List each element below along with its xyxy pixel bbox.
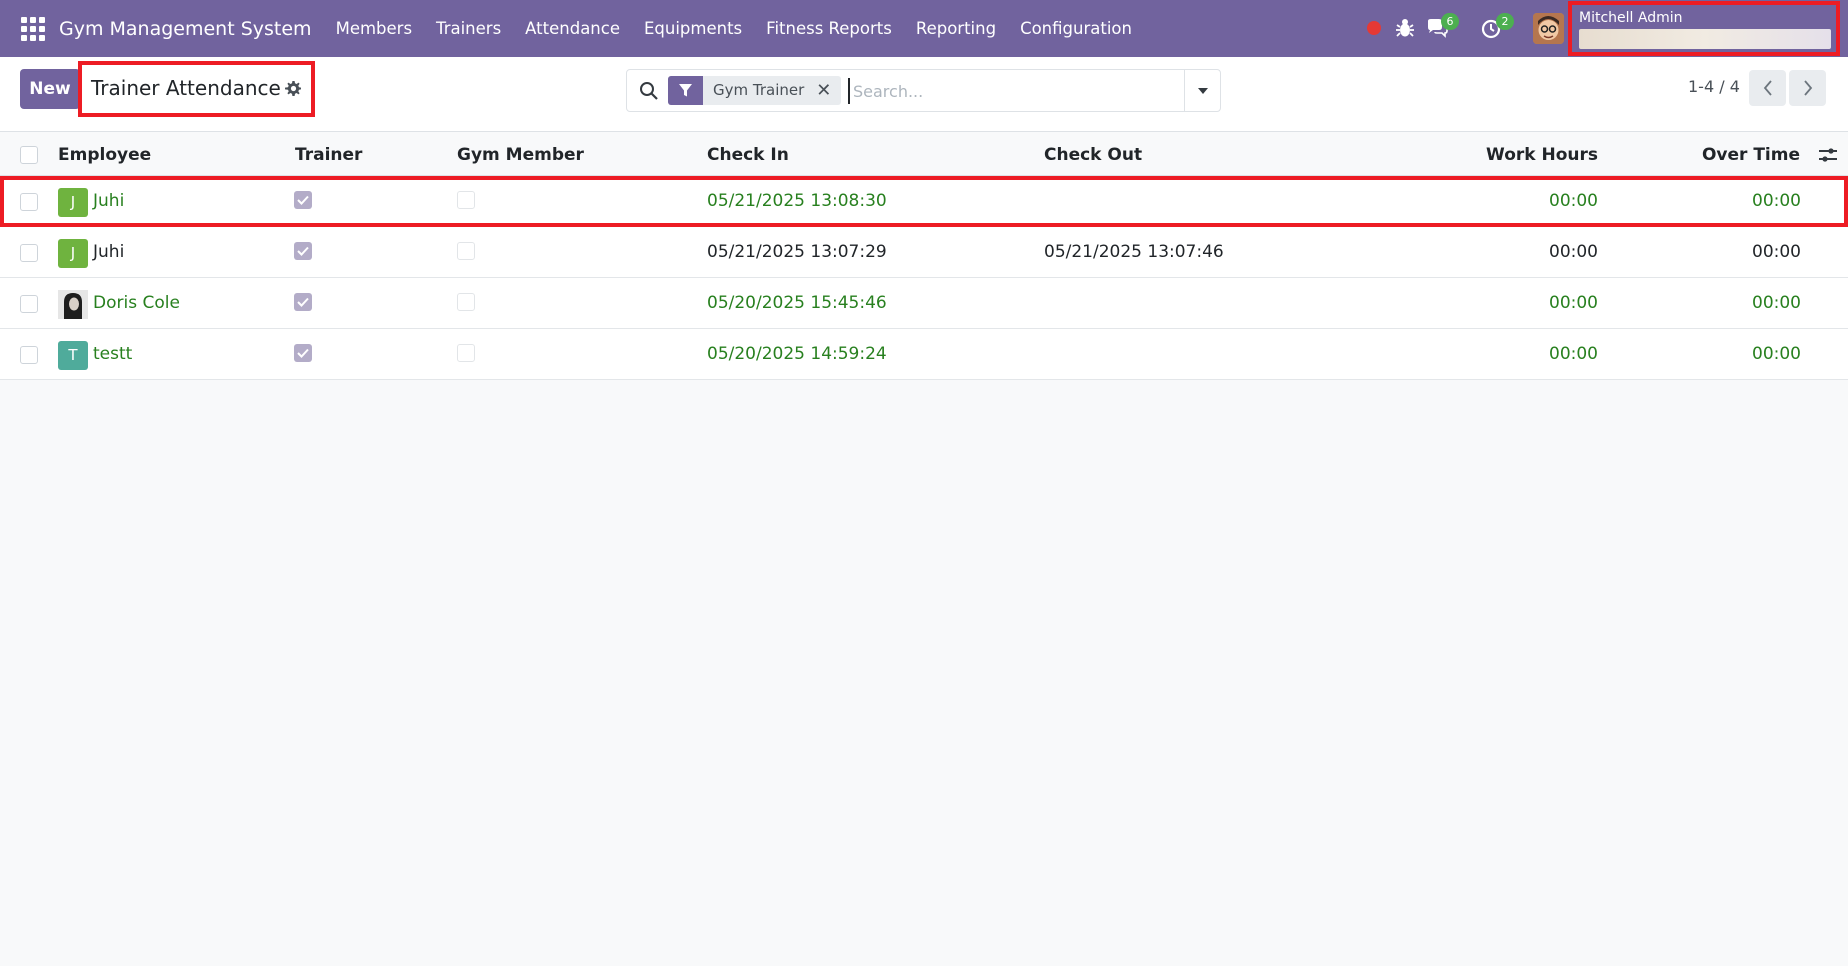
user-menu[interactable]: Mitchell Admin xyxy=(1568,1,1840,56)
menu-item-fitness-reports[interactable]: Fitness Reports xyxy=(754,19,904,38)
work-hours-cell: 00:00 xyxy=(1549,293,1598,313)
user-face-icon xyxy=(1533,13,1564,44)
column-check-out[interactable]: Check Out xyxy=(1044,145,1142,165)
menu-item-configuration[interactable]: Configuration xyxy=(1008,19,1144,38)
column-check-in[interactable]: Check In xyxy=(707,145,789,165)
employee-avatar: T xyxy=(58,341,88,370)
check-in-cell: 05/21/2025 13:07:29 xyxy=(707,242,887,262)
employee-avatar: J xyxy=(58,188,88,217)
column-gym-member[interactable]: Gym Member xyxy=(457,145,584,165)
person-photo-icon xyxy=(58,290,88,319)
trainer-checkbox-checked xyxy=(294,344,312,362)
control-panel: New Trainer Attendance Gym Trainer ✕ Sea… xyxy=(0,57,1848,132)
over-time-cell: 00:00 xyxy=(1752,344,1801,364)
check-in-cell: 05/21/2025 13:08:30 xyxy=(707,191,887,211)
table-row[interactable]: J Juhi 05/21/2025 13:07:29 05/21/2025 13… xyxy=(0,227,1848,278)
check-in-cell: 05/20/2025 14:59:24 xyxy=(707,344,887,364)
menu-item-equipments[interactable]: Equipments xyxy=(632,19,754,38)
check-icon xyxy=(297,246,309,256)
menu-item-members[interactable]: Members xyxy=(324,19,424,38)
over-time-cell: 00:00 xyxy=(1752,293,1801,313)
user-avatar[interactable] xyxy=(1533,13,1564,44)
employee-name: Doris Cole xyxy=(93,293,180,313)
employee-name: Juhi xyxy=(93,242,125,262)
facet-label: Gym Trainer xyxy=(713,81,805,99)
facet-remove-icon[interactable]: ✕ xyxy=(812,76,841,105)
employee-photo xyxy=(58,290,88,319)
activities-badge: 2 xyxy=(1496,13,1514,30)
app-brand[interactable]: Gym Management System xyxy=(59,18,312,40)
apps-menu-icon[interactable] xyxy=(21,16,45,41)
debug-bug-icon[interactable] xyxy=(1395,17,1415,39)
activities-button[interactable]: 2 xyxy=(1480,13,1514,41)
filter-icon xyxy=(679,84,692,97)
messages-button[interactable]: 6 xyxy=(1425,13,1459,41)
check-out-cell: 05/21/2025 13:07:46 xyxy=(1044,242,1224,262)
work-hours-cell: 00:00 xyxy=(1549,191,1598,211)
employee-name: testt xyxy=(93,344,133,364)
select-all-checkbox[interactable] xyxy=(20,146,38,164)
caret-down-icon xyxy=(1197,87,1208,94)
top-navbar: Gym Management System Members Trainers A… xyxy=(0,0,1848,57)
filter-icon-box xyxy=(668,76,703,105)
row-checkbox[interactable] xyxy=(20,193,38,211)
chevron-right-icon xyxy=(1803,80,1812,96)
column-work-hours[interactable]: Work Hours xyxy=(1486,145,1598,165)
search-facet: Gym Trainer ✕ xyxy=(668,76,842,105)
table-header: Employee Trainer Gym Member Check In Che… xyxy=(0,133,1848,176)
database-name-redacted xyxy=(1579,29,1831,49)
work-hours-cell: 00:00 xyxy=(1549,242,1598,262)
gym-member-checkbox xyxy=(457,242,475,260)
pager-previous-button[interactable] xyxy=(1749,70,1786,106)
table-row[interactable]: J Juhi 05/21/2025 13:08:30 00:00 00:00 xyxy=(0,176,1848,227)
gym-member-checkbox xyxy=(457,191,475,209)
messages-badge: 6 xyxy=(1441,13,1459,30)
new-button[interactable]: New xyxy=(20,69,80,109)
check-icon xyxy=(297,195,309,205)
trainer-checkbox-checked xyxy=(294,191,312,209)
over-time-cell: 00:00 xyxy=(1752,191,1801,211)
user-name: Mitchell Admin xyxy=(1579,10,1683,26)
column-over-time[interactable]: Over Time xyxy=(1702,145,1800,165)
trainer-checkbox-checked xyxy=(294,242,312,260)
column-employee[interactable]: Employee xyxy=(58,145,151,165)
gear-icon[interactable] xyxy=(284,80,302,98)
recording-dot-icon[interactable] xyxy=(1367,21,1381,35)
optional-columns-icon[interactable] xyxy=(1818,146,1838,164)
menu-item-trainers[interactable]: Trainers xyxy=(424,19,513,38)
row-checkbox[interactable] xyxy=(20,244,38,262)
gym-member-checkbox xyxy=(457,293,475,311)
pager-next-button[interactable] xyxy=(1789,70,1826,106)
column-trainer[interactable]: Trainer xyxy=(295,145,362,165)
page-title: Trainer Attendance xyxy=(91,76,281,100)
over-time-cell: 00:00 xyxy=(1752,242,1801,262)
check-icon xyxy=(297,297,309,307)
search-input[interactable] xyxy=(848,78,1188,104)
search-bar: Gym Trainer ✕ xyxy=(626,69,1221,112)
table-row[interactable]: Doris Cole 05/20/2025 15:45:46 00:00 00:… xyxy=(0,278,1848,329)
main-menu: Members Trainers Attendance Equipments F… xyxy=(324,19,1144,38)
employee-name: Juhi xyxy=(93,191,125,211)
work-hours-cell: 00:00 xyxy=(1549,344,1598,364)
menu-item-attendance[interactable]: Attendance xyxy=(513,19,632,38)
search-options-toggle[interactable] xyxy=(1184,70,1220,111)
breadcrumb: Trainer Attendance xyxy=(78,61,315,117)
pager-value[interactable]: 1-4 / 4 xyxy=(1688,77,1740,96)
trainer-checkbox-checked xyxy=(294,293,312,311)
check-in-cell: 05/20/2025 15:45:46 xyxy=(707,293,887,313)
search-icon[interactable] xyxy=(639,81,659,101)
row-checkbox[interactable] xyxy=(20,346,38,364)
employee-avatar: J xyxy=(58,239,88,268)
chevron-left-icon xyxy=(1763,80,1772,96)
attendance-list: Employee Trainer Gym Member Check In Che… xyxy=(0,133,1848,380)
menu-item-reporting[interactable]: Reporting xyxy=(904,19,1008,38)
table-row[interactable]: T testt 05/20/2025 14:59:24 00:00 00:00 xyxy=(0,329,1848,380)
check-icon xyxy=(297,348,309,358)
row-checkbox[interactable] xyxy=(20,295,38,313)
gym-member-checkbox xyxy=(457,344,475,362)
